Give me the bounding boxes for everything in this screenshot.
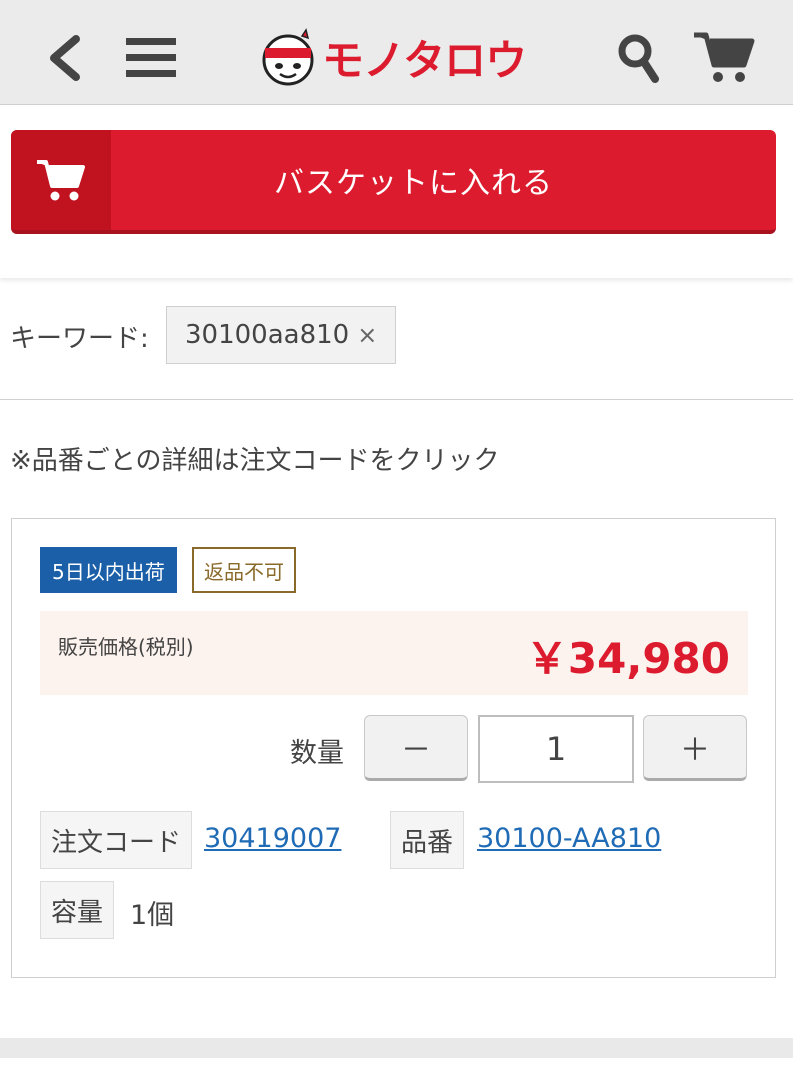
quantity-label: 数量 (290, 738, 344, 769)
monotaro-logo[interactable]: モノタロウ (260, 26, 527, 88)
price-label: 販売価格(税別) (58, 635, 194, 659)
section-divider (0, 1038, 793, 1058)
order-code-link[interactable]: 30419007 (204, 823, 341, 854)
keyword-value: 30100aa810 (185, 320, 350, 350)
no-return-badge: 返品不可 (192, 547, 296, 593)
price-box: 販売価格(税別) ￥34,980 (40, 611, 748, 695)
basket-icon-box (11, 130, 111, 230)
back-icon (50, 35, 80, 81)
quantity-input[interactable] (478, 715, 634, 783)
cart-icon (37, 160, 85, 201)
order-code-label: 注文コード (40, 811, 193, 869)
search-icon (618, 34, 659, 83)
menu-icon (126, 38, 176, 77)
cart-button[interactable] (688, 26, 760, 88)
price-value: ￥34,980 (525, 634, 730, 683)
logo-text: モノタロウ (322, 35, 527, 85)
add-to-basket-label: バスケットに入れる (274, 166, 553, 201)
menu-button[interactable] (118, 28, 184, 88)
basket-section: バスケットに入れる (0, 106, 793, 278)
mascot-icon (262, 28, 314, 86)
part-number-label: 品番 (390, 811, 465, 869)
order-code-note: ※品番ごとの詳細は注文コードをクリック (10, 446, 500, 476)
quantity-increase-button[interactable]: ＋ (643, 715, 747, 781)
product-card: 5日以内出荷 返品不可 販売価格(税別) ￥34,980 数量 － ＋ 注文コー… (11, 518, 776, 978)
part-number-link[interactable]: 30100-AA810 (477, 823, 661, 854)
shipping-badge: 5日以内出荷 (40, 547, 177, 593)
app-header: モノタロウ (0, 0, 793, 105)
capacity-value: 1個 (130, 900, 175, 931)
cart-icon (694, 32, 755, 82)
keyword-filter-row: キーワード: 30100aa810 × (0, 300, 793, 400)
quantity-decrease-button[interactable]: － (364, 715, 468, 781)
search-button[interactable] (610, 28, 666, 88)
close-icon[interactable]: × (357, 321, 377, 349)
keyword-chip[interactable]: 30100aa810 × (166, 306, 397, 364)
capacity-label: 容量 (40, 881, 115, 939)
keyword-label: キーワード: (10, 324, 149, 354)
add-to-basket-button[interactable]: バスケットに入れる (11, 130, 776, 234)
back-button[interactable] (34, 28, 94, 88)
